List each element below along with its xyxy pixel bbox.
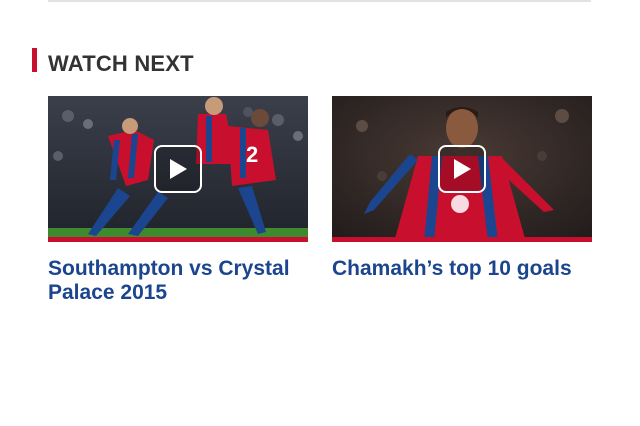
video-title-link[interactable]: Chamakh’s top 10 goals (332, 257, 592, 281)
play-button[interactable] (438, 145, 486, 193)
video-card[interactable]: 2 Southampton vs Crystal Palace 2015 (48, 96, 308, 305)
play-icon (454, 159, 471, 179)
video-thumbnail[interactable]: 2 (48, 96, 308, 242)
video-thumbnail[interactable] (332, 96, 592, 242)
video-title-link[interactable]: Southampton vs Crystal Palace 2015 (48, 257, 308, 305)
svg-text:2: 2 (246, 142, 258, 167)
top-divider (48, 0, 591, 2)
video-card[interactable]: Chamakh’s top 10 goals (332, 96, 592, 281)
play-icon (170, 159, 187, 179)
header-accent-bar (32, 48, 37, 72)
play-button[interactable] (154, 145, 202, 193)
section-title: WATCH NEXT (48, 51, 194, 76)
